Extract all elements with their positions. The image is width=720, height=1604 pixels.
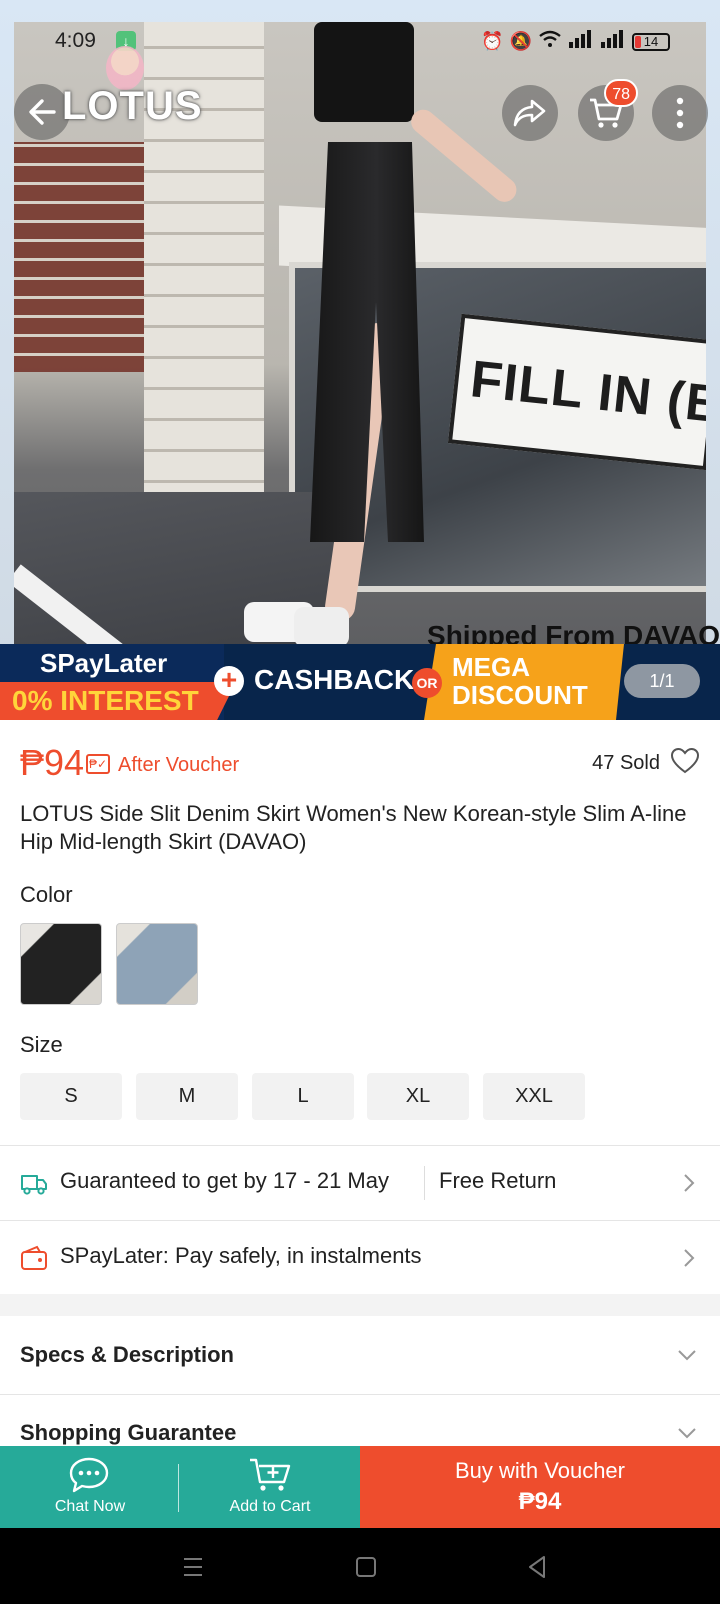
status-icons: ⏰ 🔕 14: [481, 30, 670, 53]
specs-description-accordion[interactable]: Specs & Description: [0, 1318, 720, 1394]
heart-icon[interactable]: [670, 746, 700, 776]
home-icon[interactable]: [349, 1550, 383, 1584]
size-option-xl[interactable]: XL: [367, 1073, 469, 1120]
mute-icon: 🔕: [509, 31, 532, 51]
plus-icon: +: [214, 666, 244, 696]
buy-with-voucher-button[interactable]: Buy with Voucher ₱94: [360, 1446, 720, 1528]
image-counter: 1/1: [624, 664, 700, 698]
wifi-icon: [538, 30, 562, 53]
price: ₱94: [20, 742, 85, 783]
add-to-cart-button[interactable]: Add to Cart: [180, 1446, 360, 1528]
battery-level: 14: [643, 33, 659, 49]
mega-line-2: DISCOUNT: [452, 680, 588, 710]
shopping-guarantee-label: Shopping Guarantee: [20, 1420, 237, 1445]
photo-skirt: [310, 142, 424, 542]
chevron-down-icon: [678, 1350, 696, 1361]
spaylater-row[interactable]: SPayLater: Pay safely, in instalments: [0, 1221, 720, 1295]
chat-now-label: Chat Now: [54, 1498, 126, 1515]
vertical-separator: [424, 1166, 425, 1200]
brand-logo: LOTUS: [62, 84, 203, 128]
photo-shoe-2: [294, 607, 349, 644]
spaylater-text: SPayLater: Pay safely, in instalments: [60, 1243, 422, 1268]
signal-icon: [568, 30, 594, 53]
chevron-right-icon: [684, 1249, 695, 1267]
wallet-icon: [21, 1245, 47, 1270]
mega-discount-badge: MEGA DISCOUNT: [424, 644, 624, 720]
back-nav-icon[interactable]: [520, 1550, 554, 1584]
size-option-l[interactable]: L: [252, 1073, 354, 1120]
clock: 4:09: [55, 29, 96, 52]
mega-line-1: MEGA: [452, 652, 530, 682]
buy-with-voucher-label: Buy with Voucher: [455, 1458, 625, 1483]
share-button[interactable]: [502, 85, 558, 141]
chat-now-button[interactable]: Chat Now: [0, 1446, 180, 1528]
buy-price-label: ₱94: [518, 1488, 562, 1515]
more-options-button[interactable]: [652, 85, 708, 141]
share-icon: [513, 99, 546, 127]
or-badge: OR: [412, 668, 442, 698]
price-row: ₱94 ₱✓ After Voucher 47 Sold: [20, 742, 700, 792]
photo-brick-wall: [14, 142, 144, 372]
interest-text: 0% INTEREST: [12, 685, 199, 716]
bottom-action-bar: Chat Now Add to Cart Buy with Voucher ₱9…: [0, 1446, 720, 1528]
free-return-text: Free Return: [439, 1168, 557, 1193]
chat-icon: [69, 1457, 109, 1493]
cashback-text: CASHBACK: [254, 664, 415, 695]
add-to-cart-label: Add to Cart: [229, 1498, 311, 1515]
after-voucher-label: After Voucher: [118, 754, 240, 776]
alarm-icon: ⏰: [481, 31, 504, 51]
size-option-s[interactable]: S: [20, 1073, 122, 1120]
section-gap: [0, 1294, 720, 1316]
photo-sign-text: FILL IN (BA: [467, 350, 706, 439]
bottom-bar-separator: [178, 1464, 179, 1512]
voucher-icon: ₱✓: [86, 754, 110, 774]
chevron-right-icon: [684, 1174, 695, 1192]
product-title: LOTUS Side Slit Denim Skirt Women's New …: [20, 801, 687, 854]
photo-sign: FILL IN (BA: [447, 313, 706, 471]
interest-badge: 0% INTEREST: [0, 682, 236, 720]
arrow-left-icon: [29, 99, 56, 125]
color-swatch-black[interactable]: [20, 923, 102, 1005]
menu-icon[interactable]: [176, 1550, 210, 1584]
size-label: Size: [20, 1032, 63, 1057]
signal-icon-2: [600, 30, 626, 53]
more-vertical-icon: [676, 97, 684, 129]
truck-icon: [21, 1175, 47, 1195]
cart-button[interactable]: 78: [578, 79, 638, 141]
promo-banner[interactable]: SPayLater 0% INTEREST + CASHBACK MEGA DI…: [0, 644, 720, 720]
divider: [0, 1394, 720, 1395]
delivery-row[interactable]: Guaranteed to get by 17 - 21 May Free Re…: [0, 1146, 720, 1220]
chevron-down-icon: [678, 1428, 696, 1439]
product-image-carousel[interactable]: FILL IN (BA Shipped From DAVAO 4:09 ↓ ⏰ …: [0, 0, 720, 720]
size-option-m[interactable]: M: [136, 1073, 238, 1120]
system-navigation-bar: [0, 1528, 720, 1604]
spaylater-title: SPayLater: [40, 648, 168, 678]
cart-count-badge: 78: [604, 79, 638, 107]
battery-icon: 14: [632, 32, 670, 51]
color-swatch-blue[interactable]: [116, 923, 198, 1005]
product-page: FILL IN (BA Shipped From DAVAO 4:09 ↓ ⏰ …: [0, 0, 720, 1604]
add-cart-icon: [250, 1458, 291, 1491]
sold-count: 47 Sold: [592, 752, 660, 774]
size-option-xxl[interactable]: XXL: [483, 1073, 585, 1120]
delivery-text: Guaranteed to get by 17 - 21 May: [60, 1168, 389, 1193]
specs-description-label: Specs & Description: [20, 1342, 234, 1367]
color-label: Color: [20, 882, 73, 907]
